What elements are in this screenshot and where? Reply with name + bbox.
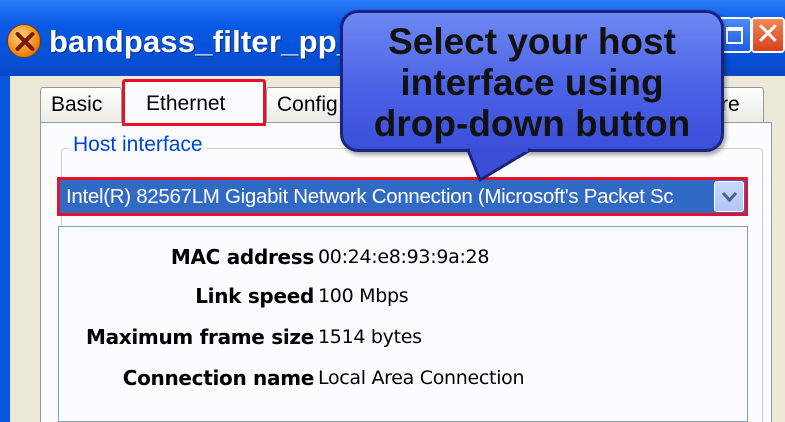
callout-pointer <box>466 148 532 182</box>
application-window: bandpass_filter_pp_hv ✕ Basic Config re … <box>0 0 785 422</box>
